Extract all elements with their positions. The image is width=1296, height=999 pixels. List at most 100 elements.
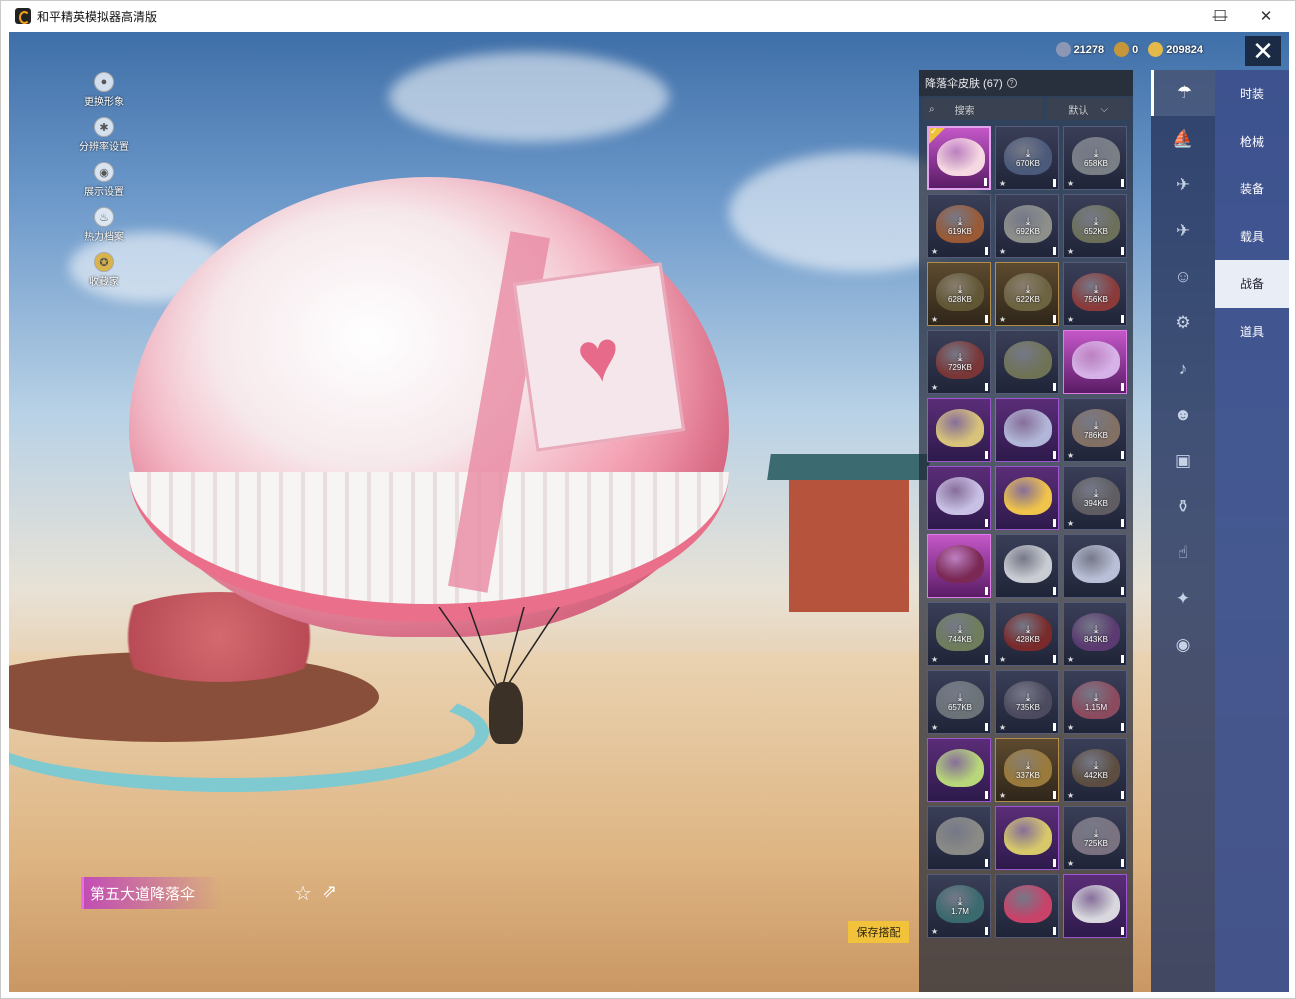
- parachute-thumbnail: [1004, 545, 1052, 583]
- skin-tile[interactable]: ⤓ 622KB ★: [995, 262, 1059, 326]
- skin-tile[interactable]: ⤓ 652KB ★: [1063, 194, 1127, 258]
- gear-icon: ✱: [94, 117, 114, 137]
- skin-tile[interactable]: ⤓ 744KB ★: [927, 602, 991, 666]
- star-icon: ★: [1067, 655, 1075, 664]
- speaker-icon[interactable]: ♪: [1151, 346, 1215, 392]
- skin-tile[interactable]: [995, 874, 1059, 938]
- maximize-button[interactable]: ☐: [1197, 1, 1243, 31]
- quantity-marker: [985, 587, 988, 595]
- skin-tile[interactable]: [995, 806, 1059, 870]
- quantity-marker: [984, 178, 987, 186]
- drone-icon[interactable]: ✈: [1151, 162, 1215, 208]
- wand-icon[interactable]: ✦: [1151, 576, 1215, 622]
- skin-tile[interactable]: ⤓ 1.15M ★: [1063, 670, 1127, 734]
- search-input[interactable]: ⌕ 搜索: [923, 98, 1044, 120]
- quantity-marker: [1053, 519, 1056, 527]
- skin-tile[interactable]: [995, 466, 1059, 530]
- parachute-icon[interactable]: ☂: [1151, 70, 1215, 116]
- emote-icon[interactable]: ☻: [1151, 392, 1215, 438]
- skin-tile[interactable]: [927, 398, 991, 462]
- currency-token: 0: [1114, 42, 1138, 57]
- panel-header: 降落伞皮肤 (67) ?: [919, 70, 1133, 96]
- download-icon: ⤓: [1025, 148, 1031, 160]
- skin-tile[interactable]: [1063, 330, 1127, 394]
- skin-tile[interactable]: [995, 534, 1059, 598]
- skin-tile[interactable]: ⤓ 657KB ★: [927, 670, 991, 734]
- hand-icon[interactable]: ☝: [1151, 530, 1215, 576]
- download-size: ⤓ 1.7M: [928, 896, 990, 917]
- star-icon: ★: [931, 927, 939, 936]
- skin-tile[interactable]: ⤓ 337KB ★: [995, 738, 1059, 802]
- skin-tile[interactable]: ⤓ 692KB ★: [995, 194, 1059, 258]
- extinguisher-icon[interactable]: ⚱: [1151, 484, 1215, 530]
- star-icon: ★: [1067, 315, 1075, 324]
- skin-tile[interactable]: ⤓ 843KB ★: [1063, 602, 1127, 666]
- minimize-button-alt[interactable]: [1151, 1, 1197, 31]
- skin-tile[interactable]: ⤓ 670KB ★: [995, 126, 1059, 190]
- skin-tile[interactable]: ⤓ 628KB ★: [927, 262, 991, 326]
- skin-tile[interactable]: ⤓ 658KB ★: [1063, 126, 1127, 190]
- quantity-marker: [1053, 723, 1056, 731]
- download-size-label: 756KB: [1083, 295, 1109, 304]
- favorite-star-icon[interactable]: ☆: [294, 881, 312, 906]
- menu-display-settings[interactable]: ◉ 展示设置: [74, 162, 134, 198]
- currency-value: 209824: [1166, 43, 1203, 56]
- skin-tile[interactable]: [995, 330, 1059, 394]
- skin-tile[interactable]: ⤓ 1.7M ★: [927, 874, 991, 938]
- skin-tile[interactable]: [927, 466, 991, 530]
- image-icon[interactable]: ▣: [1151, 438, 1215, 484]
- vehicle-icon[interactable]: ◉: [1151, 622, 1215, 668]
- face-icon[interactable]: ☺: [1151, 254, 1215, 300]
- close-window-button[interactable]: ✕: [1243, 1, 1289, 31]
- download-size: ⤓ 729KB: [928, 352, 990, 373]
- menu-collector[interactable]: ✪ 收藏家: [74, 252, 134, 288]
- download-size-label: 442KB: [1083, 771, 1109, 780]
- skin-tile[interactable]: ⤓ 428KB ★: [995, 602, 1059, 666]
- skin-tile[interactable]: [1063, 874, 1127, 938]
- parachute-thumbnail: [936, 409, 984, 447]
- menu-heat-archive[interactable]: ♨ 热力档案: [74, 207, 134, 243]
- skin-tile[interactable]: [927, 534, 991, 598]
- skin-tile[interactable]: ✓: [927, 126, 991, 190]
- skin-tile[interactable]: ⤓ 394KB ★: [1063, 466, 1127, 530]
- skin-tile[interactable]: ⤓ 729KB ★: [927, 330, 991, 394]
- category-clothing[interactable]: 时装: [1215, 70, 1289, 118]
- menu-resolution-settings[interactable]: ✱ 分辨率设置: [74, 117, 134, 153]
- skin-tile[interactable]: ⤓ 442KB ★: [1063, 738, 1127, 802]
- skin-tile[interactable]: ⤓ 619KB ★: [927, 194, 991, 258]
- help-icon[interactable]: ?: [1006, 78, 1017, 88]
- boat-icon[interactable]: ⛵: [1151, 116, 1215, 162]
- skin-tile[interactable]: ⤓ 786KB ★: [1063, 398, 1127, 462]
- star-icon: ★: [1067, 247, 1075, 256]
- menu-change-appearance[interactable]: ● 更换形象: [74, 72, 134, 108]
- category-items[interactable]: 道具: [1215, 308, 1289, 356]
- sort-dropdown[interactable]: 默认 ⌵: [1047, 98, 1129, 120]
- quantity-marker: [1121, 723, 1124, 731]
- close-panel-button[interactable]: ✕: [1245, 36, 1281, 66]
- category-weapons[interactable]: 枪械: [1215, 118, 1289, 166]
- category-combat-gear[interactable]: 战备: [1215, 260, 1289, 308]
- skin-tile[interactable]: [995, 398, 1059, 462]
- category-vehicles[interactable]: 载具: [1215, 213, 1289, 261]
- skin-tile[interactable]: [1063, 534, 1127, 598]
- panel-title: 降落伞皮肤 (67): [925, 78, 1003, 90]
- skin-tile[interactable]: ⤓ 756KB ★: [1063, 262, 1127, 326]
- download-icon: ⤓: [957, 352, 963, 364]
- skin-tile[interactable]: [927, 806, 991, 870]
- skin-tile[interactable]: ⤓ 735KB ★: [995, 670, 1059, 734]
- robot-icon[interactable]: ⚙: [1151, 300, 1215, 346]
- download-icon: ⤓: [1093, 624, 1099, 636]
- heart-tag-icon: ♥: [512, 262, 686, 452]
- download-size-label: 619KB: [947, 227, 973, 236]
- category-equipment[interactable]: 装备: [1215, 165, 1289, 213]
- download-icon: ⤓: [1025, 216, 1031, 228]
- download-size: ⤓ 725KB: [1064, 829, 1126, 849]
- star-icon: ★: [1067, 723, 1075, 732]
- skin-tile[interactable]: [927, 738, 991, 802]
- download-size-label: 652KB: [1083, 227, 1109, 236]
- share-icon[interactable]: ⇗: [322, 881, 337, 902]
- plane-icon[interactable]: ✈: [1151, 208, 1215, 254]
- save-outfit-button[interactable]: 保存搭配: [848, 921, 909, 943]
- download-icon: ⤓: [957, 896, 963, 908]
- skin-tile[interactable]: ⤓ 725KB ★: [1063, 806, 1127, 870]
